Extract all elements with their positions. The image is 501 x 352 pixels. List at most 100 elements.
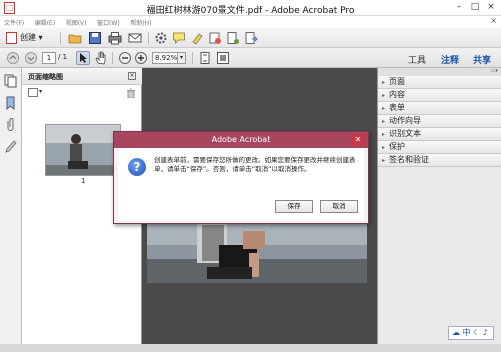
paperclip-icon xyxy=(7,118,14,131)
tab-comment[interactable]: 注释 xyxy=(441,53,459,66)
settings-button[interactable] xyxy=(154,31,168,45)
attachments-button[interactable] xyxy=(4,118,17,132)
page-thumbnails-button[interactable] xyxy=(4,74,17,88)
full-screen-button[interactable] xyxy=(216,51,230,65)
speech-bubble-icon xyxy=(173,32,185,44)
ime-logo-icon: ☁ xyxy=(452,328,460,337)
dialog-title: Adobe Acrobat xyxy=(114,132,368,148)
export-button[interactable] xyxy=(244,31,258,45)
expand-arrow-icon: ▸ xyxy=(382,92,386,99)
save-disk-icon xyxy=(89,32,101,44)
tools-section-forms[interactable]: ▸ 表单 xyxy=(378,102,501,115)
save-button[interactable] xyxy=(88,31,102,45)
envelope-icon xyxy=(128,33,142,43)
cancel-button[interactable]: 取消 xyxy=(320,200,358,213)
document-export-icon xyxy=(245,32,258,44)
toolbar-divider xyxy=(112,52,113,64)
menu-view[interactable]: 视图(V) xyxy=(62,16,91,27)
dialog-body: ? 创建表单前，需要保存您所做的更改。如果您要保存更改并继续创建表单，请单击“保… xyxy=(118,148,364,221)
options-dropdown-arrow[interactable]: ▾ xyxy=(39,88,42,95)
folder-icon xyxy=(68,34,82,44)
section-label: 表单 xyxy=(389,103,406,112)
hand-icon xyxy=(95,51,106,65)
arrow-down-circle-icon xyxy=(25,52,37,64)
save-button[interactable]: 保存 xyxy=(275,200,313,213)
full-screen-icon xyxy=(217,52,229,64)
tools-pane: ▭▾ ▸ 页面 ▸ 内容 ▸ 表单 ▸ 动作向导 ▸ 识别文本 ▸ 保护 ▸ 签名和验证 xyxy=(377,68,501,344)
tools-section-protection[interactable]: ▸ 保护 xyxy=(378,141,501,154)
page-total: / 1 xyxy=(58,53,68,61)
hand-tool-button[interactable] xyxy=(94,51,108,65)
maximize-button[interactable]: □ xyxy=(468,2,482,13)
tools-section-recognize-text[interactable]: ▸ 识别文本 xyxy=(378,128,501,141)
dialog-close-button[interactable]: ✕ xyxy=(351,134,365,146)
section-label: 签名和验证 xyxy=(389,155,430,164)
create-pdf-icon xyxy=(6,31,17,44)
delete-page-button[interactable] xyxy=(126,88,136,100)
highlight-button[interactable] xyxy=(190,31,204,45)
printer-icon xyxy=(108,32,122,45)
zoom-out-button[interactable] xyxy=(118,51,132,65)
next-page-button[interactable] xyxy=(24,51,38,65)
page-number-input[interactable]: 1 xyxy=(42,52,56,64)
pane-options-icon[interactable]: ▭▾ xyxy=(491,68,498,74)
tools-section-sign-certify[interactable]: ▸ 签名和验证 xyxy=(378,154,501,167)
zoom-in-button[interactable] xyxy=(134,51,148,65)
expand-arrow-icon: ▸ xyxy=(382,105,386,112)
title-bar: ⬚ 福田红树林游070景文件.pdf - Adobe Acrobat Pro –… xyxy=(0,0,501,16)
minimize-button[interactable]: – xyxy=(452,2,466,13)
toolbar-divider xyxy=(60,32,61,44)
expand-arrow-icon: ▸ xyxy=(382,144,386,151)
attach-button[interactable] xyxy=(226,31,240,45)
signatures-button[interactable] xyxy=(4,140,17,154)
thumbnails-panel-title: 页面缩略图 xyxy=(28,73,63,81)
open-folder-button[interactable] xyxy=(68,31,82,45)
menu-window[interactable]: 窗口(W) xyxy=(93,16,124,27)
save-before-create-form-dialog: Adobe Acrobat ✕ ? 创建表单前，需要保存您所做的更改。如果您要保… xyxy=(113,131,369,224)
toolbar-divider xyxy=(148,32,149,44)
stamp-button[interactable] xyxy=(208,31,222,45)
menu-edit[interactable]: 编辑(E) xyxy=(31,16,59,27)
options-icon[interactable] xyxy=(28,88,38,97)
menu-file[interactable]: 文件(F) xyxy=(0,16,28,27)
select-tool-button[interactable] xyxy=(76,51,90,65)
tools-section-action-wizard[interactable]: ▸ 动作向导 xyxy=(378,115,501,128)
zoom-dropdown-button[interactable]: ▾ xyxy=(178,52,186,64)
arrow-up-circle-icon xyxy=(7,52,19,64)
create-button-label: 创建 xyxy=(20,33,36,42)
document-photo-image xyxy=(147,223,367,283)
page-thumbnail[interactable] xyxy=(45,124,121,176)
navigation-toolbar: 1 / 1 8.92% ▾ 工具 注释 共享 xyxy=(0,48,501,68)
email-button[interactable] xyxy=(128,31,142,45)
previous-page-button[interactable] xyxy=(6,51,20,65)
tools-section-pages[interactable]: ▸ 页面 xyxy=(378,76,501,89)
document-add-icon xyxy=(227,32,239,44)
create-button[interactable]: 创建 ▾ xyxy=(6,31,56,45)
menu-help[interactable]: 帮助(H) xyxy=(126,16,155,27)
input-method-indicator[interactable]: ☁ 中 ☾ ♪ xyxy=(448,326,494,340)
tab-tools[interactable]: 工具 xyxy=(408,53,426,66)
zoom-level-input[interactable]: 8.92% xyxy=(152,52,178,64)
tools-section-content[interactable]: ▸ 内容 xyxy=(378,89,501,102)
cursor-arrow-icon xyxy=(80,53,87,63)
minus-circle-icon xyxy=(119,52,131,64)
fit-page-button[interactable] xyxy=(198,51,212,65)
close-panel-button[interactable]: × xyxy=(128,72,136,80)
section-label: 页面 xyxy=(389,77,406,86)
print-button[interactable] xyxy=(108,31,122,45)
pages-icon xyxy=(4,74,17,88)
thumbnails-toolbar: ▾ xyxy=(22,85,142,101)
thumbnails-panel-header: 页面缩略图 × xyxy=(22,68,142,85)
bookmarks-button[interactable] xyxy=(4,96,17,111)
bookmark-icon xyxy=(6,96,15,111)
create-dropdown-arrow: ▾ xyxy=(38,33,43,42)
window-title: 福田红树林游070景文件.pdf - Adobe Acrobat Pro xyxy=(146,6,355,16)
thumbnail-page-number: 1 xyxy=(81,177,86,185)
tab-share[interactable]: 共享 xyxy=(473,53,491,66)
comment-button[interactable] xyxy=(172,31,186,45)
close-document-button[interactable]: × xyxy=(490,16,497,25)
fit-page-icon xyxy=(200,52,210,64)
close-window-button[interactable]: × xyxy=(484,2,498,13)
section-label: 识别文本 xyxy=(389,129,422,138)
main-toolbar: 创建 ▾ xyxy=(0,28,501,48)
